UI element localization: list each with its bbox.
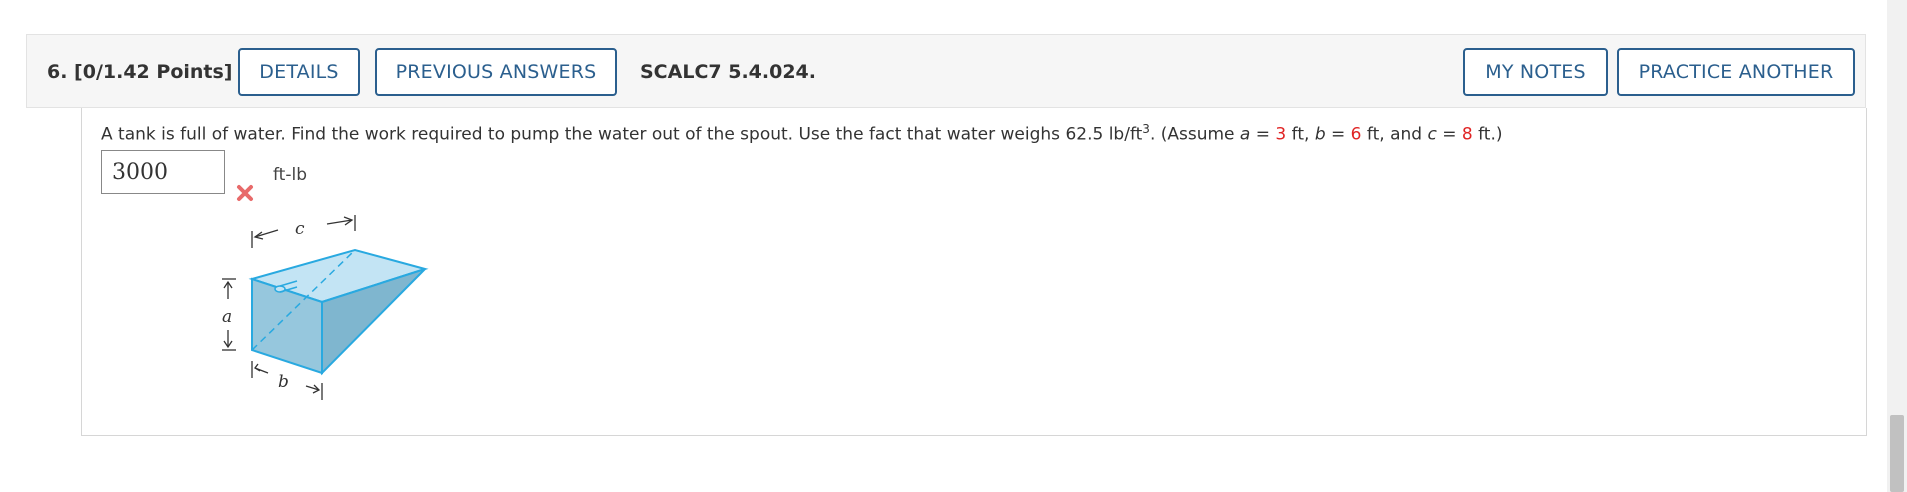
question-number-points: 6. [0/1.42 Points]: [47, 61, 233, 83]
details-button[interactable]: DETAILS: [238, 48, 360, 96]
tank-figure: c a b: [222, 215, 429, 400]
x-mark-icon: [237, 185, 253, 201]
label-b: b: [278, 372, 289, 392]
scrollbar-thumb[interactable]: [1890, 415, 1904, 492]
my-notes-button[interactable]: MY NOTES: [1463, 48, 1608, 96]
answer-units: ft-lb: [273, 165, 307, 185]
value-a: 3: [1275, 124, 1287, 145]
question-prompt: A tank is full of water. Find the work r…: [101, 122, 1503, 145]
question-body: A tank is full of water. Find the work r…: [81, 108, 1867, 436]
practice-another-button[interactable]: PRACTICE ANOTHER: [1617, 48, 1855, 96]
page: 6. [0/1.42 Points] DETAILS PREVIOUS ANSW…: [0, 0, 1907, 492]
answer-input[interactable]: 3000: [101, 150, 225, 194]
question-code: SCALC7 5.4.024.: [640, 61, 816, 83]
previous-answers-button[interactable]: PREVIOUS ANSWERS: [375, 48, 617, 96]
question-header: 6. [0/1.42 Points] DETAILS PREVIOUS ANSW…: [26, 34, 1866, 108]
value-c: 8: [1461, 124, 1473, 145]
label-a: a: [222, 307, 232, 327]
label-c: c: [295, 219, 305, 239]
value-b: 6: [1350, 124, 1362, 145]
